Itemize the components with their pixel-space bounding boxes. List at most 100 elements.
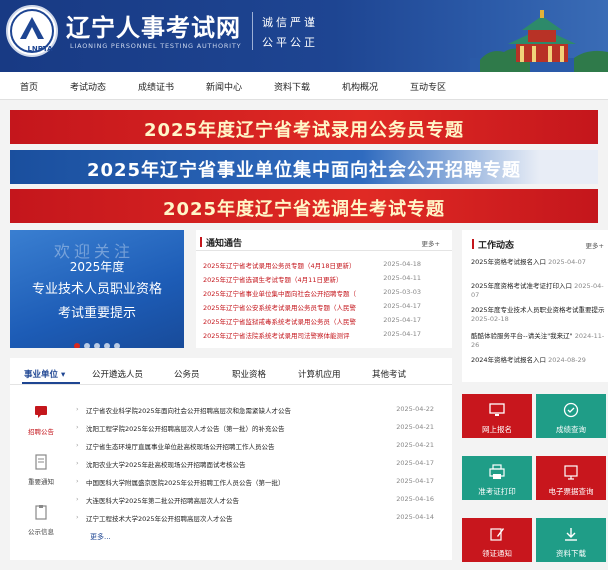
notice-item-date: 2025-04-17 bbox=[383, 302, 421, 310]
bullet-icon: › bbox=[76, 423, 79, 431]
work-more-link[interactable]: 更多+ bbox=[586, 240, 604, 250]
side-cat-label: 公示信息 bbox=[28, 528, 54, 536]
notice-title: 通知通告 bbox=[199, 236, 242, 249]
work-item-title[interactable]: 2024年资格考试报名入口 bbox=[471, 356, 546, 364]
receipt-icon bbox=[564, 465, 578, 480]
list-item[interactable]: 2025年资格考试报名入口 2025-04-07 bbox=[471, 258, 607, 267]
lnpta-logo[interactable]: LNPTA bbox=[6, 5, 58, 57]
list-item[interactable]: 2025年度专业技术人员职业资格考试重要提示 2025-02-18 bbox=[471, 306, 607, 324]
tile-admission-ticket[interactable]: 准考证打印 bbox=[462, 456, 532, 500]
tile-label: 资料下载 bbox=[556, 549, 586, 558]
notice-panel: 通知通告 更多+ 2025年辽宁省考试录用公务员专题（4月18日更新） 2025-… bbox=[196, 230, 452, 348]
rows-more-link[interactable]: 更多... bbox=[90, 532, 111, 542]
carousel-dots bbox=[10, 334, 184, 348]
row-title[interactable]: 辽宁工程技术大学2025年公开招聘高层次人才公告 bbox=[86, 513, 366, 523]
carousel-dot[interactable] bbox=[74, 343, 80, 348]
notice-item-date: 2025-04-17 bbox=[383, 316, 421, 324]
bullet-icon: › bbox=[76, 459, 79, 467]
side-cat-recruitment[interactable]: 招聘公告 bbox=[18, 404, 64, 436]
tab-qualification[interactable]: 职业资格 bbox=[232, 368, 266, 380]
notice-item-title[interactable]: 2025年辽宁省公安系统考试录用公务员专题（人民警 bbox=[203, 302, 367, 312]
slide-line1: 2025年度 bbox=[69, 260, 125, 274]
tile-online-registration[interactable]: 网上报名 bbox=[462, 394, 532, 438]
tab-civil-servant[interactable]: 公务员 bbox=[174, 368, 200, 380]
check-circle-icon bbox=[563, 402, 579, 418]
banner-public-institution[interactable]: 2025年辽宁省事业单位集中面向社会公开招聘专题 bbox=[10, 150, 598, 184]
row-title[interactable]: 沈阳工程学院2025年公开招聘高层次人才公告（第一批）的补充公告 bbox=[86, 423, 366, 433]
side-cat-label: 重要通知 bbox=[28, 478, 54, 486]
edit-icon bbox=[490, 528, 504, 541]
work-item-title[interactable]: 酷酷体验服务平台--请关注"我来辽" bbox=[471, 332, 573, 340]
tile-e-invoice[interactable]: 电子票据查询 bbox=[536, 456, 606, 500]
side-cat-notices[interactable]: 重要通知 bbox=[18, 454, 64, 486]
tile-score-query[interactable]: 成绩查询 bbox=[536, 394, 606, 438]
tab-other-exams[interactable]: 其他考试 bbox=[372, 368, 406, 380]
list-item[interactable]: 2025年度资格考试准考证打印入口 2025-04-07 bbox=[471, 282, 607, 300]
notice-item-title[interactable]: 2025年辽宁省法院系统考试录用司法警察体能测评 bbox=[203, 330, 367, 340]
row-date: 2025-04-16 bbox=[396, 495, 434, 503]
category-tabs-panel: 事业单位 ▾ 公开遴选人员 公务员 职业资格 计算机应用 其他考试 招聘公告 重… bbox=[10, 358, 452, 560]
chat-bubble-icon bbox=[35, 406, 47, 418]
bullet-icon: › bbox=[76, 405, 79, 413]
notice-item-title[interactable]: 2025年辽宁省选调生考试专题（4月11日更新） bbox=[203, 274, 367, 284]
banner-civil-servant[interactable]: 2025年度辽宁省考试录用公务员专题 bbox=[10, 110, 598, 144]
row-title[interactable]: 辽宁省生态环境厅直属事业单位赴高校现场公开招聘工作人员公告 bbox=[86, 441, 366, 451]
notice-more-link[interactable]: 更多+ bbox=[422, 238, 440, 248]
slide-line3: 考试重要提示 bbox=[57, 306, 136, 321]
work-item-date: 2025-04-07 bbox=[548, 258, 586, 266]
row-date: 2025-04-21 bbox=[396, 441, 434, 449]
tab-public-institution[interactable]: 事业单位 ▾ bbox=[24, 368, 65, 380]
tile-label: 电子票据查询 bbox=[548, 487, 594, 496]
list-item[interactable]: 2024年资格考试报名入口 2024-08-29 bbox=[471, 356, 607, 365]
nav-news-center[interactable]: 新闻中心 bbox=[206, 80, 242, 93]
notice-item-date: 2025-04-11 bbox=[383, 274, 421, 282]
nav-scores-certs[interactable]: 成绩证书 bbox=[138, 80, 174, 93]
site-title: 辽宁人事考试网 bbox=[66, 14, 241, 42]
banner-civil-servant-label: 2025年度辽宁省考试录用公务员专题 bbox=[143, 120, 465, 141]
side-cat-public-info[interactable]: 公示信息 bbox=[18, 504, 64, 536]
notice-item-date: 2025-04-17 bbox=[383, 330, 421, 338]
row-title[interactable]: 中国医科大学附属盛京医院2025年公开招聘工作人员公告（第一批） bbox=[86, 477, 366, 487]
tile-label: 成绩查询 bbox=[556, 425, 586, 434]
list-item[interactable]: 酷酷体验服务平台--请关注"我来辽" 2024-11-26 bbox=[471, 332, 607, 350]
carousel-dot[interactable] bbox=[104, 343, 110, 348]
palace-illustration bbox=[470, 10, 608, 72]
side-cat-label: 招聘公告 bbox=[28, 428, 54, 436]
tile-certificate-notice[interactable]: 领证通知 bbox=[462, 518, 532, 562]
work-item-title[interactable]: 2025年度专业技术人员职业资格考试重要提示 bbox=[471, 306, 605, 314]
download-icon bbox=[565, 528, 577, 541]
row-date: 2025-04-21 bbox=[396, 423, 434, 431]
main-nav: 首页 考试动态 成绩证书 新闻中心 资料下载 机构概况 互动专区 bbox=[0, 72, 608, 100]
nav-downloads[interactable]: 资料下载 bbox=[274, 80, 310, 93]
banner-selected-graduates[interactable]: 2025年度辽宁省选调生考试专题 bbox=[10, 189, 598, 223]
tabs-divider bbox=[10, 384, 452, 385]
row-title[interactable]: 沈阳农业大学2025年赴高校现场公开招聘面试考核公告 bbox=[86, 459, 366, 469]
carousel-dot[interactable] bbox=[94, 343, 100, 348]
work-news-panel: 工作动态 更多+ 2025年资格考试报名入口 2025-04-07 2025年度… bbox=[462, 230, 608, 382]
carousel-dot[interactable] bbox=[84, 343, 90, 348]
tab-computer[interactable]: 计算机应用 bbox=[298, 368, 341, 380]
nav-home[interactable]: 首页 bbox=[20, 80, 38, 93]
nav-about[interactable]: 机构概况 bbox=[342, 80, 378, 93]
notice-item-title[interactable]: 2025年辽宁省事业单位集中面向社会公开招聘专题（ bbox=[203, 288, 367, 298]
bullet-icon: › bbox=[76, 477, 79, 485]
work-item-title[interactable]: 2025年资格考试报名入口 bbox=[471, 258, 546, 266]
row-date: 2025-04-17 bbox=[396, 459, 434, 467]
notice-item-title[interactable]: 2025年辽宁省监狱戒毒系统考试录用公务员（人民警 bbox=[203, 316, 367, 326]
tab-selection[interactable]: 公开遴选人员 bbox=[92, 368, 143, 380]
logo-text: LNPTA bbox=[27, 45, 53, 53]
work-item-title[interactable]: 2025年度资格考试准考证打印入口 bbox=[471, 282, 572, 290]
row-title[interactable]: 大连医科大学2025年第二批公开招聘高层次人才公告 bbox=[86, 495, 366, 505]
nav-exam-news[interactable]: 考试动态 bbox=[70, 80, 106, 93]
site-header: LNPTA 辽宁人事考试网 LIAONING PERSONNEL TESTING… bbox=[0, 0, 608, 72]
slogan-line1: 诚信严谨 bbox=[262, 16, 318, 29]
tile-label: 领证通知 bbox=[482, 549, 512, 558]
tile-downloads[interactable]: 资料下载 bbox=[536, 518, 606, 562]
row-title[interactable]: 辽宁省农业科学院2025年面向社会公开招聘高层次和急需紧缺人才公告 bbox=[86, 405, 366, 415]
carousel-slide[interactable]: 欢迎关注 2025年度 专业技术人员职业资格 考试重要提示 bbox=[10, 230, 184, 348]
site-subtitle: LIAONING PERSONNEL TESTING AUTHORITY bbox=[70, 42, 242, 50]
bullet-icon: › bbox=[76, 441, 79, 449]
nav-interaction[interactable]: 互动专区 bbox=[410, 80, 446, 93]
carousel-dot[interactable] bbox=[114, 343, 120, 348]
notice-item-title[interactable]: 2025年辽宁省考试录用公务员专题（4月18日更新） bbox=[203, 260, 367, 270]
